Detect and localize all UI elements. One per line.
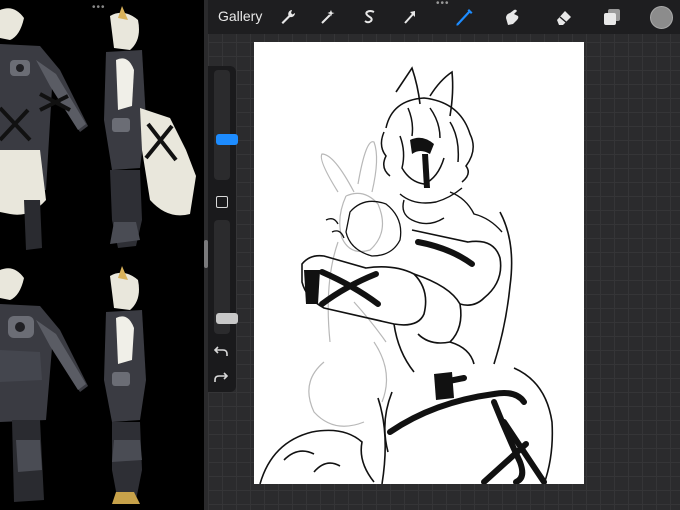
- reference-figure-side-bottom: [104, 266, 146, 504]
- redo-arrow-icon[interactable]: [214, 370, 230, 384]
- drawing-canvas[interactable]: [254, 42, 584, 484]
- color-picker-swatch[interactable]: [650, 6, 673, 29]
- ears-lineart: [395, 66, 454, 117]
- reference-figure-side-top: [104, 6, 196, 248]
- smudge-finger-icon[interactable]: [500, 5, 524, 29]
- bunny-plush-lineart: [325, 200, 402, 257]
- reference-figure-back-top: [0, 8, 88, 250]
- opacity-slider[interactable]: [214, 220, 238, 334]
- brush-sidebar: [208, 66, 238, 392]
- body-lineart: [301, 211, 513, 453]
- opacity-slider-thumb[interactable]: [216, 312, 238, 324]
- transform-arrow-icon[interactable]: [398, 5, 422, 29]
- gallery-button[interactable]: Gallery: [218, 8, 262, 24]
- bracer-band: [304, 270, 320, 304]
- reference-figure-back-bottom: [0, 268, 88, 502]
- app-multitasking-dots-icon[interactable]: •••: [436, 0, 450, 9]
- procreate-app: Gallery •••: [208, 0, 680, 510]
- modify-eyedropper-button[interactable]: [216, 196, 228, 208]
- belt-buckle: [434, 372, 454, 400]
- reference-image-panel[interactable]: •••: [0, 0, 204, 510]
- brush-icon[interactable]: [452, 5, 476, 29]
- character-reference-sheet: [0, 6, 196, 504]
- face-mask-marking: [410, 137, 434, 154]
- adjustments-magic-wand-icon[interactable]: [316, 5, 340, 29]
- brush-size-slider-thumb[interactable]: [216, 134, 238, 146]
- multitasking-dots-icon[interactable]: •••: [92, 2, 106, 13]
- layers-icon[interactable]: [600, 5, 624, 29]
- undo-arrow-icon[interactable]: [213, 344, 230, 358]
- collar-lineart: [399, 187, 503, 233]
- top-toolbar: Gallery •••: [208, 0, 680, 34]
- selection-s-icon[interactable]: [358, 5, 382, 29]
- brush-size-slider[interactable]: [214, 70, 238, 180]
- canvas-sketch: [259, 66, 554, 484]
- eraser-icon[interactable]: [552, 5, 576, 29]
- actions-wrench-icon[interactable]: [276, 5, 300, 29]
